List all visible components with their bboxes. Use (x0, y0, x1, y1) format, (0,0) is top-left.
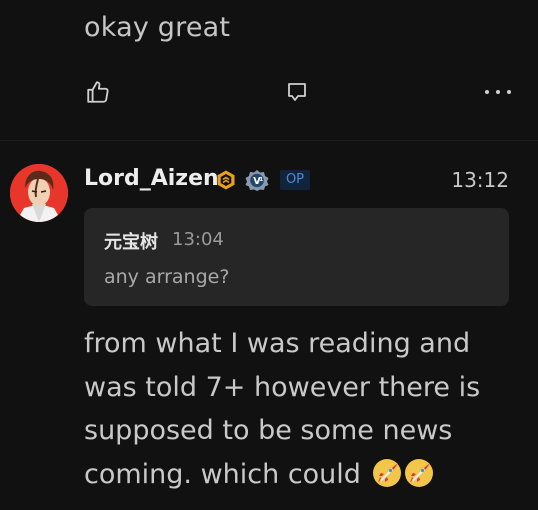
username[interactable]: Lord_Aizen (84, 166, 219, 191)
quoted-time: 13:04 (172, 229, 224, 250)
comment-timestamp: 13:12 (451, 168, 509, 192)
comment-body-line: from what I was reading and (84, 328, 471, 359)
previous-comment-text: okay great (84, 12, 231, 43)
more-dots-icon (485, 90, 511, 94)
like-button[interactable] (84, 78, 112, 106)
thumbs-up-icon (87, 81, 109, 103)
comment-body-line: coming. which could (84, 458, 361, 490)
op-badge: OP (280, 170, 310, 190)
level-badge-icon (217, 170, 235, 190)
comment-body-line: supposed to be some news (84, 415, 453, 446)
comment-body: from what I was reading and was told 7+ … (84, 322, 524, 496)
rocket-icon (372, 458, 401, 487)
quoted-text: any arrange? (104, 266, 230, 288)
avatar[interactable] (10, 164, 68, 222)
rocket-icon (404, 458, 433, 487)
comment-action-bar (84, 78, 514, 106)
verified-v-badge-icon: V 1 (245, 170, 269, 191)
reply-button[interactable] (283, 78, 311, 106)
comment-bubble-icon (288, 83, 306, 101)
comment-body-last-line: coming. which could (84, 453, 524, 497)
quoted-reply[interactable]: 元宝树 13:04 any arrange? (84, 208, 509, 306)
avatar-image (10, 164, 68, 222)
more-options-button[interactable] (482, 78, 514, 106)
comment-divider (0, 140, 538, 141)
quoted-author[interactable]: 元宝树 (104, 228, 158, 254)
comment-body-line: was told 7+ however there is (84, 371, 481, 403)
svg-text:1: 1 (259, 177, 263, 183)
